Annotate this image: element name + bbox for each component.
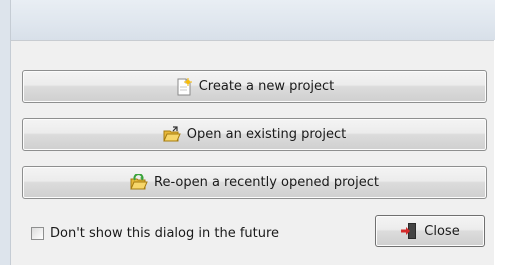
- close-label: Close: [424, 223, 460, 239]
- dont-show-again-row[interactable]: Don't show this dialog in the future: [31, 223, 279, 243]
- window-frame-right: [495, 0, 505, 270]
- title-bar[interactable]: [0, 0, 505, 40]
- window-bottom-edge: [0, 265, 505, 270]
- new-document-icon: [175, 77, 193, 96]
- reopen-recent-project-button[interactable]: Re-open a recently opened project: [22, 166, 487, 199]
- open-folder-icon: [162, 125, 181, 144]
- open-existing-project-label: Open an existing project: [186, 127, 347, 142]
- create-new-project-label: Create a new project: [198, 79, 335, 94]
- open-existing-project-button[interactable]: Open an existing project: [22, 118, 487, 151]
- reopen-recent-project-label: Re-open a recently opened project: [154, 175, 379, 190]
- start-dialog-window: Create a new project Open an existing pr…: [0, 0, 505, 270]
- dont-show-again-checkbox[interactable]: [31, 226, 44, 240]
- close-button[interactable]: Close: [375, 215, 485, 247]
- exit-door-icon: [400, 222, 418, 240]
- window-frame-left: [0, 0, 11, 270]
- reopen-folder-icon: [130, 172, 148, 192]
- dont-show-again-label[interactable]: Don't show this dialog in the future: [50, 226, 279, 241]
- create-new-project-button[interactable]: Create a new project: [22, 70, 487, 103]
